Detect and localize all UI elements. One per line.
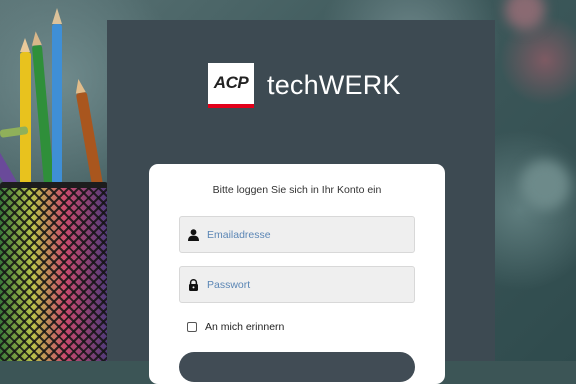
email-field[interactable]: Emailadresse [179,216,415,253]
pencil-brown [73,78,104,188]
login-card: Bitte loggen Sie sich in Ihr Konto ein E… [149,164,445,384]
background-bokeh [505,0,545,30]
remember-label: An mich erinnern [205,321,285,333]
pencil-green [30,30,55,186]
login-title: Bitte loggen Sie sich in Ihr Konto ein [212,184,382,196]
user-icon [188,228,199,241]
remember-checkbox[interactable] [187,322,197,332]
password-placeholder: Passwort [207,278,251,291]
acp-logo: ACP [208,63,254,108]
brand-name: techWERK [267,70,401,100]
background-bokeh [520,160,570,210]
acp-logo-text: ACP [213,73,249,92]
brand-logo: ACP techWERK [208,63,401,108]
pencil-yellow [20,38,31,187]
lock-icon [189,278,198,291]
email-placeholder: Emailadresse [207,228,271,241]
login-panel: ACP techWERK Bitte loggen Sie sich in Ih… [107,20,495,384]
pencil-holder [0,188,108,361]
remember-me[interactable]: An mich erinnern [187,321,284,333]
password-field[interactable]: Passwort [179,266,415,303]
pencil-blue [52,8,62,184]
acp-logo-bar [208,104,254,108]
login-button[interactable] [179,352,415,382]
